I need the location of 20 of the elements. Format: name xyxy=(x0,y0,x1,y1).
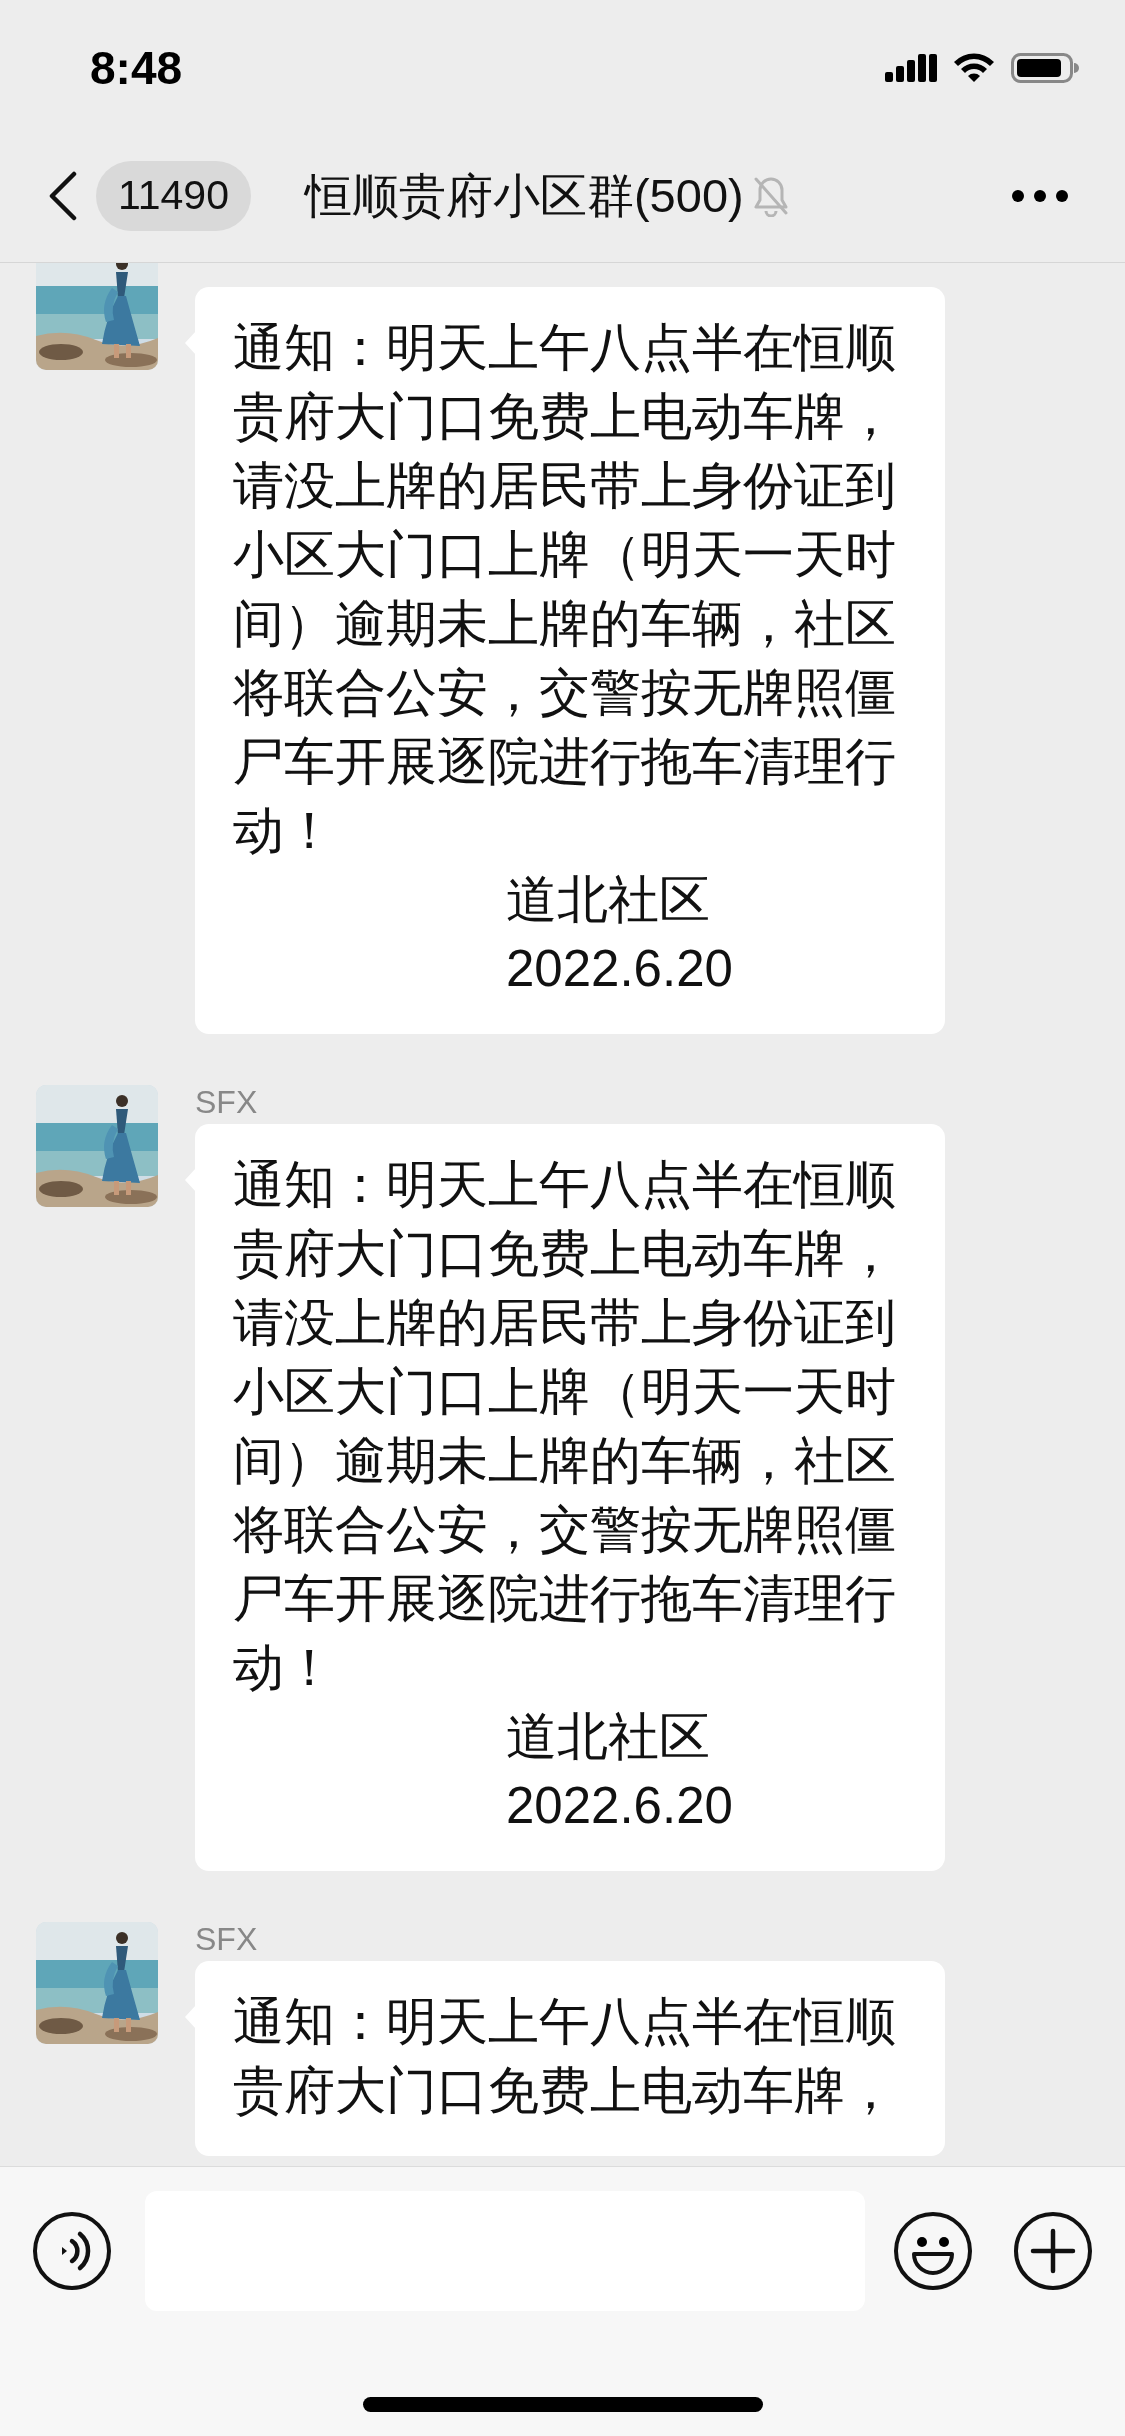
sender-name: SFX xyxy=(195,1085,258,1119)
plus-icon[interactable] xyxy=(1013,2211,1093,2291)
back-icon[interactable] xyxy=(48,171,78,221)
signature-line: 2022.6.20 xyxy=(505,1776,734,1836)
signal-icon xyxy=(885,52,937,84)
unread-count-badge: 11490 xyxy=(96,161,251,231)
emoji-icon[interactable] xyxy=(893,2211,973,2291)
battery-icon xyxy=(1011,52,1079,84)
chat-title: 恒顺贵府小区群(500) xyxy=(304,167,744,224)
sender-name: SFX xyxy=(195,1922,258,1956)
signature-line: 道北社区 xyxy=(505,1707,711,1767)
status-time: 8:48 xyxy=(90,40,183,96)
more-icon[interactable] xyxy=(1011,189,1069,203)
voice-icon[interactable] xyxy=(32,2211,112,2291)
message-text: 通知：明天上午八点半在恒顺贵府大门口免费上电动车牌，请没上牌的居民带上身份证到小区大门口上牌（明天一天时间）逾期未上牌的车辆，社区将联合公安，交警按无牌照僵尸车开展逐院进行拖车清理行动！ xyxy=(233,1155,897,1698)
wifi-icon xyxy=(953,52,995,84)
message-text: 通知：明天上午八点半在恒顺贵府大门口免费上电动车牌， xyxy=(233,1992,897,2121)
message-text: 通知：明天上午八点半在恒顺贵府大门口免费上电动车牌，请没上牌的居民带上身份证到小区大门口上牌（明天一天时间）逾期未上牌的车辆，社区将联合公安，交警按无牌照僵尸车开展逐院进行拖车清理行动！ xyxy=(233,318,897,861)
signature-line: 2022.6.20 xyxy=(505,939,734,999)
signature-line: 道北社区 xyxy=(505,870,711,930)
